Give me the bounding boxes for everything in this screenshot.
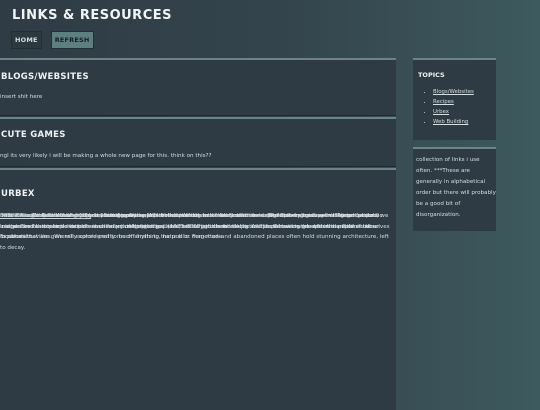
- entry-link[interactable]: Infiltration (Web Archive Edition): [0, 213, 91, 219]
- topic-link-urbex[interactable]: Urbex: [433, 109, 449, 115]
- page-title: LINKS & RESOURCES: [12, 8, 172, 23]
- about-box: collection of links i use often. ***Thes…: [413, 147, 496, 231]
- nav-bar: HOME REFRESH: [11, 31, 94, 49]
- section-title-games: CUTE GAMES: [1, 130, 66, 140]
- topics-box: TOPICS Blogs/Websites Recipes Urbex Web …: [413, 58, 496, 140]
- refresh-button[interactable]: REFRESH: [50, 31, 94, 49]
- topic-link-blogs[interactable]: Blogs/Websites: [433, 89, 474, 95]
- section-text-games: ngl its very likely i will be making a w…: [0, 153, 212, 159]
- section-title-urbex: URBEX: [1, 189, 35, 199]
- section-title-blogs: BLOGS/WEBSITES: [1, 72, 89, 82]
- topics-title: TOPICS: [418, 71, 445, 79]
- topic-item: Blogs/Websites: [433, 87, 474, 97]
- topic-item: Urbex: [433, 107, 474, 117]
- section-text-blogs: insert shit here: [0, 94, 43, 100]
- topic-link-recipes[interactable]: Recipes: [433, 99, 454, 105]
- cute-games-section: CUTE GAMES ngl its very likely i will be…: [0, 117, 396, 166]
- topic-item: Web Building: [433, 117, 474, 127]
- urbex-section: URBEX Behind Closed Doors Urbex: Why are…: [0, 168, 396, 410]
- list-item: Infiltration (Web Archive Edition): Infi…: [0, 211, 390, 232]
- about-text: collection of links i use often. ***Thes…: [416, 157, 496, 218]
- topics-list: Blogs/Websites Recipes Urbex Web Buildin…: [413, 87, 474, 127]
- topic-item: Recipes: [433, 97, 474, 107]
- home-button[interactable]: HOME: [11, 31, 42, 49]
- topic-link-web-building[interactable]: Web Building: [433, 119, 468, 125]
- blogs-websites-section: BLOGS/WEBSITES insert shit here: [0, 58, 396, 115]
